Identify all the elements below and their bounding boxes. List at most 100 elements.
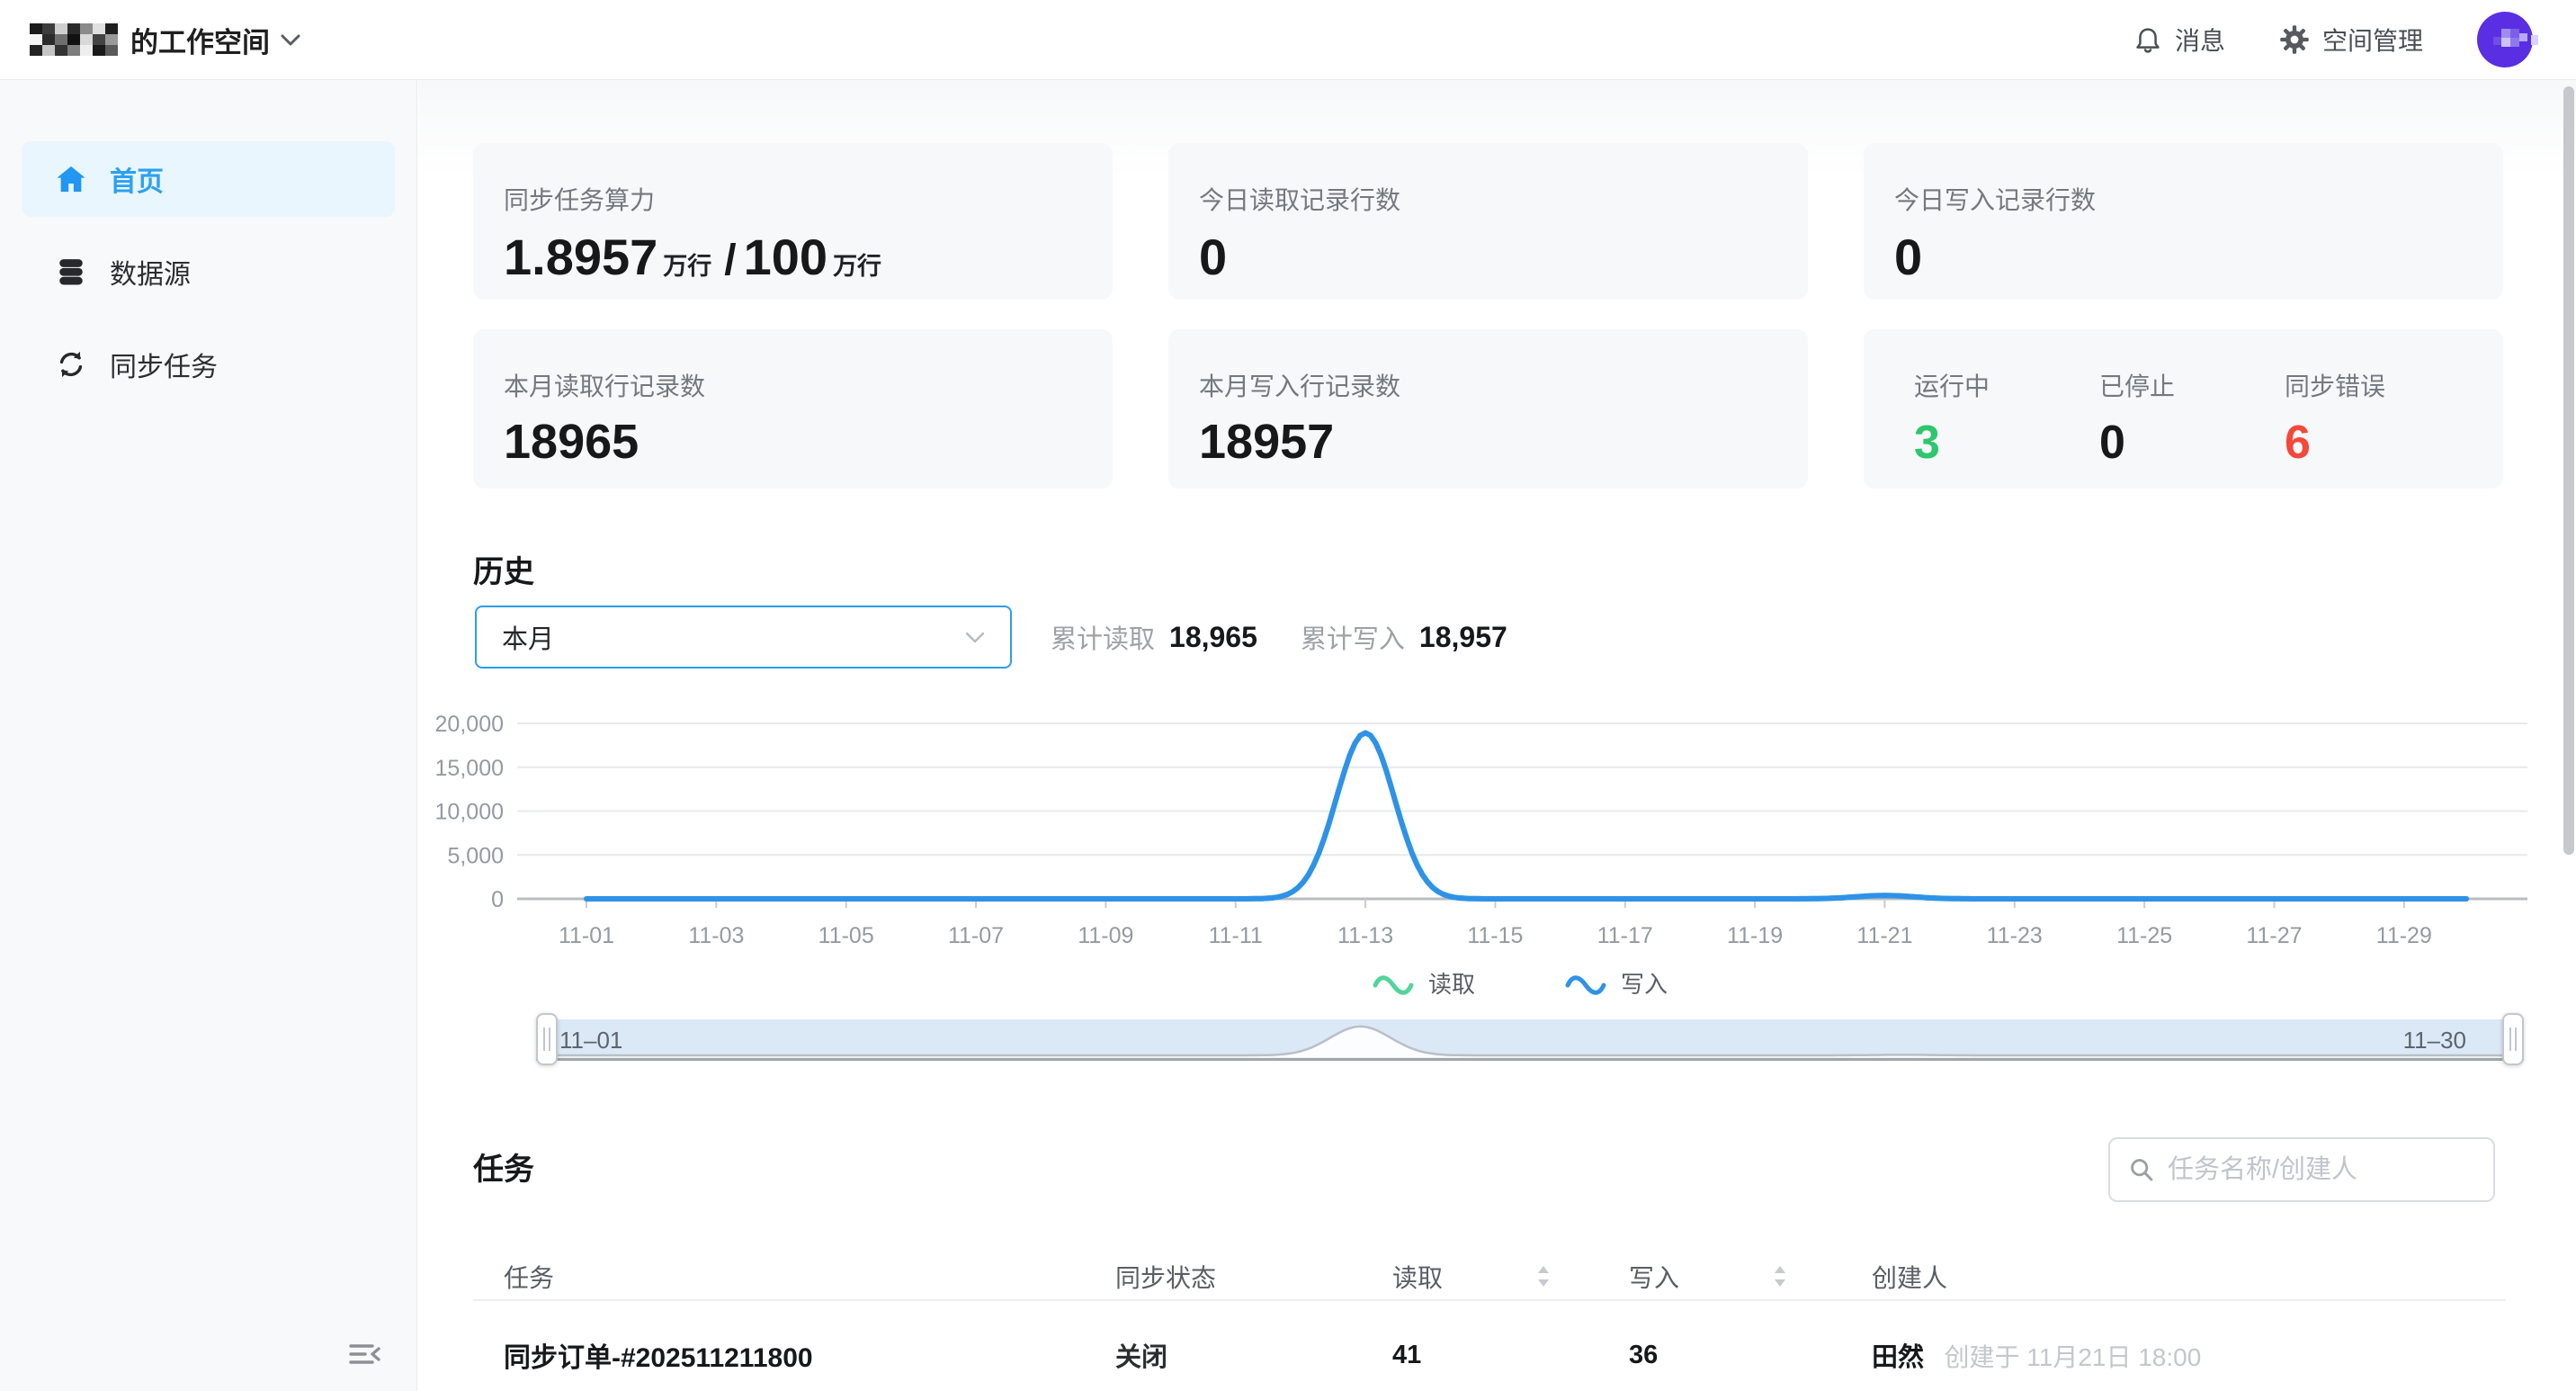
card-today-write: 今日写入记录行数 0 bbox=[1864, 143, 2503, 300]
sort-carets-icon bbox=[1536, 1265, 1551, 1288]
card-sync-compute: 同步任务算力 1.8957万行/100万行 bbox=[473, 143, 1113, 300]
card-task-status: 运行中 3 已停止 0 同步错误 6 bbox=[1864, 329, 2503, 489]
task-write: 36 bbox=[1629, 1341, 1872, 1370]
line-swatch-icon bbox=[1565, 972, 1606, 995]
month-read-value: 18965 bbox=[504, 414, 1082, 470]
date-range-select[interactable]: 本月 bbox=[475, 606, 1012, 669]
sidebar: 首页 数据源 同步任务 bbox=[0, 80, 417, 1391]
menu-fold-icon bbox=[349, 1342, 381, 1368]
sort-read-button[interactable] bbox=[1536, 1265, 1551, 1288]
svg-text:10,000: 10,000 bbox=[435, 800, 504, 825]
svg-text:15,000: 15,000 bbox=[435, 756, 504, 781]
user-avatar[interactable] bbox=[2477, 12, 2533, 67]
stat-cards: 同步任务算力 1.8957万行/100万行 今日读取记录行数 0 今日写入记录行… bbox=[473, 143, 2503, 489]
created-at: 创建于 11月21日 18:00 bbox=[1944, 1343, 2201, 1371]
range-select-value: 本月 bbox=[502, 618, 554, 656]
card-month-write: 本月写入行记录数 18957 bbox=[1168, 329, 1808, 489]
sort-carets-icon bbox=[1773, 1265, 1787, 1288]
card-today-read: 今日读取记录行数 0 bbox=[1168, 143, 1808, 300]
tasks-section-title: 任务 bbox=[473, 1144, 534, 1189]
top-bar: 的工作空间 消息 bbox=[0, 0, 2576, 80]
line-swatch-icon bbox=[1373, 972, 1414, 995]
task-creator-cell: 田然 创建于 11月21日 18:00 bbox=[1872, 1336, 2506, 1374]
sidebar-item-label: 数据源 bbox=[110, 252, 191, 292]
data-zoom-slider[interactable]: 11–01 11–30 bbox=[547, 1019, 2513, 1059]
status-error: 同步错误 6 bbox=[2285, 367, 2470, 489]
sidebar-item-home[interactable]: 首页 bbox=[22, 141, 395, 217]
total-write: 18,957 bbox=[1419, 621, 1507, 654]
space-management-button[interactable]: 空间管理 bbox=[2279, 22, 2423, 58]
task-search bbox=[2108, 1137, 2495, 1202]
today-read-value: 0 bbox=[1199, 228, 1777, 286]
error-count: 6 bbox=[2285, 416, 2470, 470]
svg-text:11-09: 11-09 bbox=[1078, 923, 1133, 948]
legend-read[interactable]: 读取 bbox=[1373, 966, 1475, 1000]
history-totals: 累计读取 18,965 累计写入 18,957 bbox=[1051, 606, 1507, 669]
svg-text:11-05: 11-05 bbox=[818, 923, 874, 948]
sidebar-item-label: 首页 bbox=[110, 159, 164, 199]
slider-right-handle[interactable] bbox=[2502, 1013, 2524, 1065]
sidebar-item-datasources[interactable]: 数据源 bbox=[22, 234, 395, 310]
sync-icon bbox=[56, 349, 86, 380]
svg-text:11-03: 11-03 bbox=[688, 923, 744, 948]
pixelated-workspace-name bbox=[30, 18, 120, 61]
legend-write[interactable]: 写入 bbox=[1565, 966, 1668, 1000]
svg-text:11-19: 11-19 bbox=[1727, 923, 1783, 948]
svg-text:11-27: 11-27 bbox=[2246, 923, 2302, 948]
total-read: 18,965 bbox=[1169, 621, 1257, 654]
collapse-sidebar-button[interactable] bbox=[345, 1337, 385, 1373]
stopped-count: 0 bbox=[2099, 416, 2285, 470]
slider-end-label: 11–30 bbox=[2403, 1027, 2466, 1054]
svg-text:11-21: 11-21 bbox=[1856, 923, 1912, 948]
home-icon bbox=[56, 165, 86, 193]
status-stopped: 已停止 0 bbox=[2099, 367, 2285, 489]
compute-quota: 100 bbox=[744, 229, 827, 285]
sort-write-button[interactable] bbox=[1773, 1265, 1787, 1288]
table-row[interactable]: 同步订单-#202511211800 关闭 41 36 田然 创建于 11月21… bbox=[473, 1301, 2506, 1375]
svg-text:11-29: 11-29 bbox=[2376, 923, 2432, 948]
chevron-down-icon bbox=[281, 34, 300, 46]
gear-icon bbox=[2279, 24, 2310, 55]
svg-text:11-07: 11-07 bbox=[948, 923, 1004, 948]
chart-legend: 读取 写入 bbox=[517, 966, 2523, 1000]
task-search-input[interactable] bbox=[2168, 1155, 2455, 1185]
task-read: 41 bbox=[1392, 1341, 1629, 1370]
search-icon bbox=[2128, 1156, 2155, 1183]
task-table: 任务 同步状态 读取 写入 创建人 同步订单-#202511211800 关闭 … bbox=[473, 1253, 2506, 1375]
history-section-title: 历史 bbox=[473, 547, 534, 591]
svg-text:5,000: 5,000 bbox=[447, 843, 504, 868]
sidebar-item-sync-tasks[interactable]: 同步任务 bbox=[22, 327, 395, 402]
creator-name: 田然 bbox=[1872, 1343, 1924, 1372]
task-name[interactable]: 同步订单-#202511211800 bbox=[504, 1335, 1115, 1375]
history-line-chart: 0 5,000 10,000 15,000 20,000 11-01 11-03 11-05 1… bbox=[378, 707, 2554, 950]
today-write-value: 0 bbox=[1894, 228, 2473, 286]
col-creator: 创建人 bbox=[1872, 1259, 2506, 1295]
slider-left-handle[interactable] bbox=[536, 1013, 558, 1065]
col-write: 写入 bbox=[1629, 1259, 1872, 1295]
col-task: 任务 bbox=[504, 1259, 1115, 1295]
card-month-read: 本月读取行记录数 18965 bbox=[473, 329, 1113, 489]
svg-text:11-25: 11-25 bbox=[2116, 923, 2172, 948]
vertical-scrollbar[interactable] bbox=[2563, 86, 2574, 855]
slider-start-label: 11–01 bbox=[559, 1027, 622, 1054]
sidebar-item-label: 同步任务 bbox=[110, 345, 218, 384]
svg-text:11-01: 11-01 bbox=[559, 923, 614, 948]
month-write-value: 18957 bbox=[1199, 414, 1777, 470]
svg-text:11-15: 11-15 bbox=[1467, 923, 1523, 948]
svg-text:11-11: 11-11 bbox=[1209, 923, 1263, 948]
chevron-down-icon bbox=[965, 632, 985, 643]
workspace-switcher[interactable]: 的工作空间 bbox=[30, 0, 300, 79]
slider-minimap bbox=[547, 1019, 2513, 1059]
database-icon bbox=[56, 256, 86, 287]
messages-button[interactable]: 消息 bbox=[2133, 22, 2225, 58]
svg-text:11-17: 11-17 bbox=[1597, 923, 1653, 948]
svg-text:11-23: 11-23 bbox=[1987, 923, 2043, 948]
task-status: 关闭 bbox=[1115, 1336, 1392, 1374]
bell-icon bbox=[2133, 25, 2162, 54]
svg-text:20,000: 20,000 bbox=[435, 712, 504, 737]
compute-used: 1.8957 bbox=[504, 229, 657, 285]
status-running: 运行中 3 bbox=[1914, 367, 2099, 489]
svg-text:0: 0 bbox=[491, 887, 504, 912]
running-count: 3 bbox=[1914, 416, 2099, 470]
col-read: 读取 bbox=[1392, 1259, 1629, 1295]
